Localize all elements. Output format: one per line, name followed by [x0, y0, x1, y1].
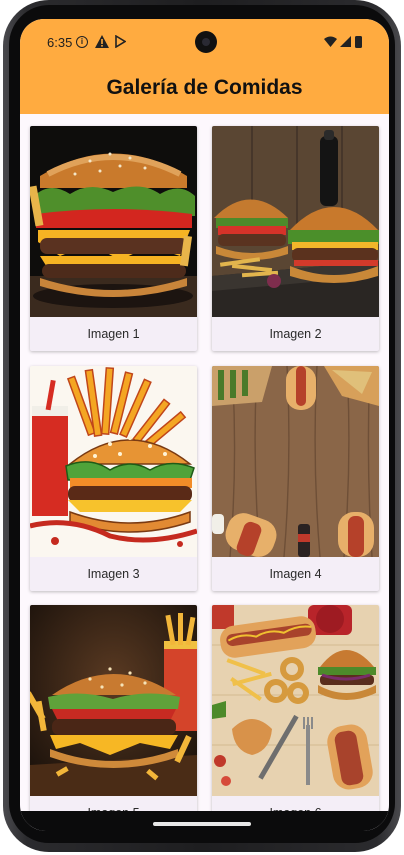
gallery-card[interactable]: Imagen 6	[212, 605, 379, 830]
gallery-card[interactable]: Imagen 1	[30, 126, 197, 351]
card-label: Imagen 3	[87, 567, 140, 581]
gallery-card[interactable]: Imagen 3	[30, 366, 197, 591]
info-icon: i	[76, 36, 88, 48]
gallery-card[interactable]: Imagen 2	[212, 126, 379, 351]
card-label: Imagen 1	[87, 327, 140, 341]
navigation-bar	[20, 811, 389, 831]
front-camera	[195, 31, 217, 53]
burger-dark-fries-image[interactable]	[30, 605, 197, 796]
status-bar: 6:35 i	[20, 19, 389, 55]
warning-icon	[95, 35, 109, 48]
illustrated-burger-fries-image[interactable]	[30, 366, 197, 557]
card-label: Imagen 2	[269, 327, 322, 341]
gallery-card[interactable]: Imagen 4	[212, 366, 379, 591]
app-screen: 6:35 i Galería de Comidas Imagen 1 Image…	[20, 19, 389, 831]
app-bar: 6:35 i Galería de Comidas	[20, 19, 389, 114]
battery-icon	[355, 36, 362, 48]
page-title: Galería de Comidas	[106, 76, 303, 99]
card-label: Imagen 4	[269, 567, 322, 581]
two-burgers-board-image[interactable]	[212, 126, 379, 317]
signal-icon	[340, 36, 351, 47]
hotdogs-wood-table-image[interactable]	[212, 366, 379, 557]
play-store-icon	[115, 35, 126, 48]
image-grid: Imagen 1 Imagen 2 Imagen 3 Imagen 4	[20, 114, 389, 831]
fast-food-spread-image[interactable]	[212, 605, 379, 796]
status-time: 6:35	[47, 35, 73, 50]
wifi-icon	[324, 36, 337, 47]
burger-closeup-image[interactable]	[30, 126, 197, 317]
home-gesture-handle[interactable]	[153, 822, 251, 826]
gallery-card[interactable]: Imagen 5	[30, 605, 197, 830]
